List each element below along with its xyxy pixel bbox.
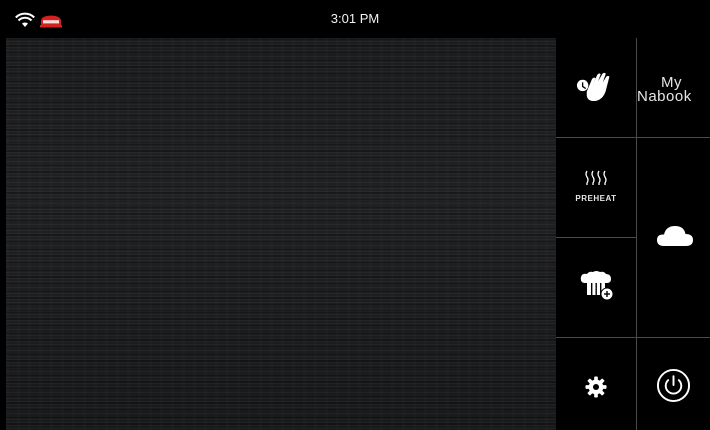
power-tile[interactable]	[637, 338, 710, 430]
power-icon	[656, 368, 691, 403]
mynabook-tile[interactable]: My Nabook	[637, 38, 710, 137]
preheat-tile[interactable]	[556, 138, 636, 237]
main-panel	[6, 38, 556, 430]
gear-icon	[585, 376, 607, 398]
clock-time: 3:01 PM	[330, 11, 380, 26]
cloud-icon	[657, 226, 693, 246]
status-bar: 3:01 PM	[0, 0, 710, 37]
column-divider	[636, 38, 637, 430]
chef-tile[interactable]	[556, 238, 636, 337]
chef-hat-add-icon	[580, 271, 614, 301]
preheat-label: PREHEAT	[575, 194, 617, 203]
cloud-tile[interactable]	[637, 138, 710, 337]
hand-touch-icon	[576, 72, 610, 102]
touch-tile[interactable]	[556, 38, 636, 137]
settings-tile[interactable]	[556, 338, 636, 430]
heat-waves-icon	[585, 170, 607, 185]
mynabook-line2: Nabook	[637, 88, 692, 105]
